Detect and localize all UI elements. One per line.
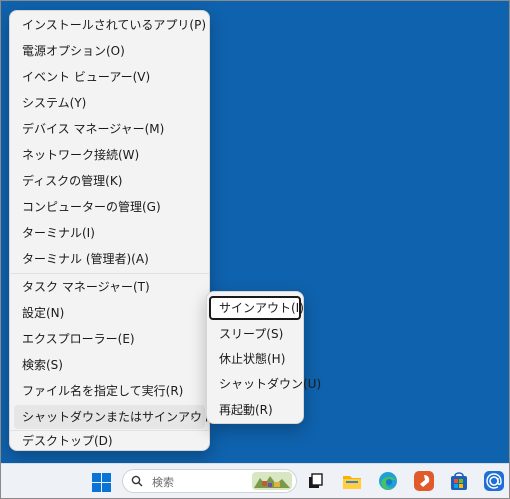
menu-item-desktop[interactable]: デスクトップ(D) [14, 431, 205, 451]
taskbar-search-box[interactable]: 検索 [122, 469, 297, 493]
submenu-item-sleep[interactable]: スリープ(S) [209, 322, 301, 346]
start-icon[interactable] [92, 473, 111, 492]
menu-item-event-viewer[interactable]: イベント ビューアー(V) [14, 65, 205, 89]
menu-item-terminal[interactable]: ターミナル(I) [14, 221, 205, 245]
submenu-item-hibernate[interactable]: 休止状態(H) [209, 347, 301, 371]
menu-item-installed-apps[interactable]: インストールされているアプリ(P) [14, 13, 206, 37]
menu-item-computer-management[interactable]: コンピューターの管理(G) [14, 195, 205, 219]
store-icon[interactable] [448, 470, 470, 492]
submenu-item-shutdown[interactable]: シャットダウン(U) [209, 372, 321, 396]
menu-item-task-manager[interactable]: タスク マネージャー(T) [14, 275, 205, 299]
submenu-item-sign-out[interactable]: サインアウト(I) [209, 296, 304, 320]
app-icon[interactable] [413, 470, 435, 492]
edge-icon[interactable] [377, 470, 399, 492]
search-icon [131, 475, 143, 487]
search-placeholder: 検索 [152, 476, 174, 489]
mail-icon[interactable] [483, 470, 505, 492]
shutdown-submenu: サインアウト(I) スリープ(S) 休止状態(H) シャットダウン(U) 再起動… [206, 291, 321, 424]
menu-separator [10, 273, 209, 274]
file-explorer-icon[interactable] [341, 470, 363, 492]
menu-item-device-manager[interactable]: デバイス マネージャー(M) [14, 117, 205, 141]
chevron-right-icon: › [190, 410, 195, 424]
screen: インストールされているアプリ(P) 電源オプション(O) イベント ビューアー(… [0, 0, 510, 499]
submenu-item-restart[interactable]: 再起動(R) [209, 398, 301, 422]
menu-item-terminal-admin[interactable]: ターミナル (管理者)(A) [14, 247, 205, 271]
menu-item-system[interactable]: システム(Y) [14, 91, 205, 115]
menu-item-power-options[interactable]: 電源オプション(O) [14, 39, 205, 63]
menu-item-label: シャットダウンまたはサインアウト(U) [22, 410, 233, 424]
menu-item-search[interactable]: 検索(S) [14, 353, 205, 377]
search-highlight-icon [252, 472, 292, 490]
task-view-icon[interactable] [306, 471, 326, 491]
menu-item-settings[interactable]: 設定(N) [14, 301, 205, 325]
menu-item-run[interactable]: ファイル名を指定して実行(R) [14, 379, 205, 403]
menu-item-network-connections[interactable]: ネットワーク接続(W) [14, 143, 205, 167]
menu-item-disk-management[interactable]: ディスクの管理(K) [14, 169, 205, 193]
taskbar: 検索 [1, 463, 509, 498]
menu-item-file-explorer[interactable]: エクスプローラー(E) [14, 327, 205, 351]
context-menu: インストールされているアプリ(P) 電源オプション(O) イベント ビューアー(… [9, 10, 232, 451]
menu-item-shutdown-or-sign-out[interactable]: シャットダウンまたはサインアウト(U) › [14, 405, 232, 429]
